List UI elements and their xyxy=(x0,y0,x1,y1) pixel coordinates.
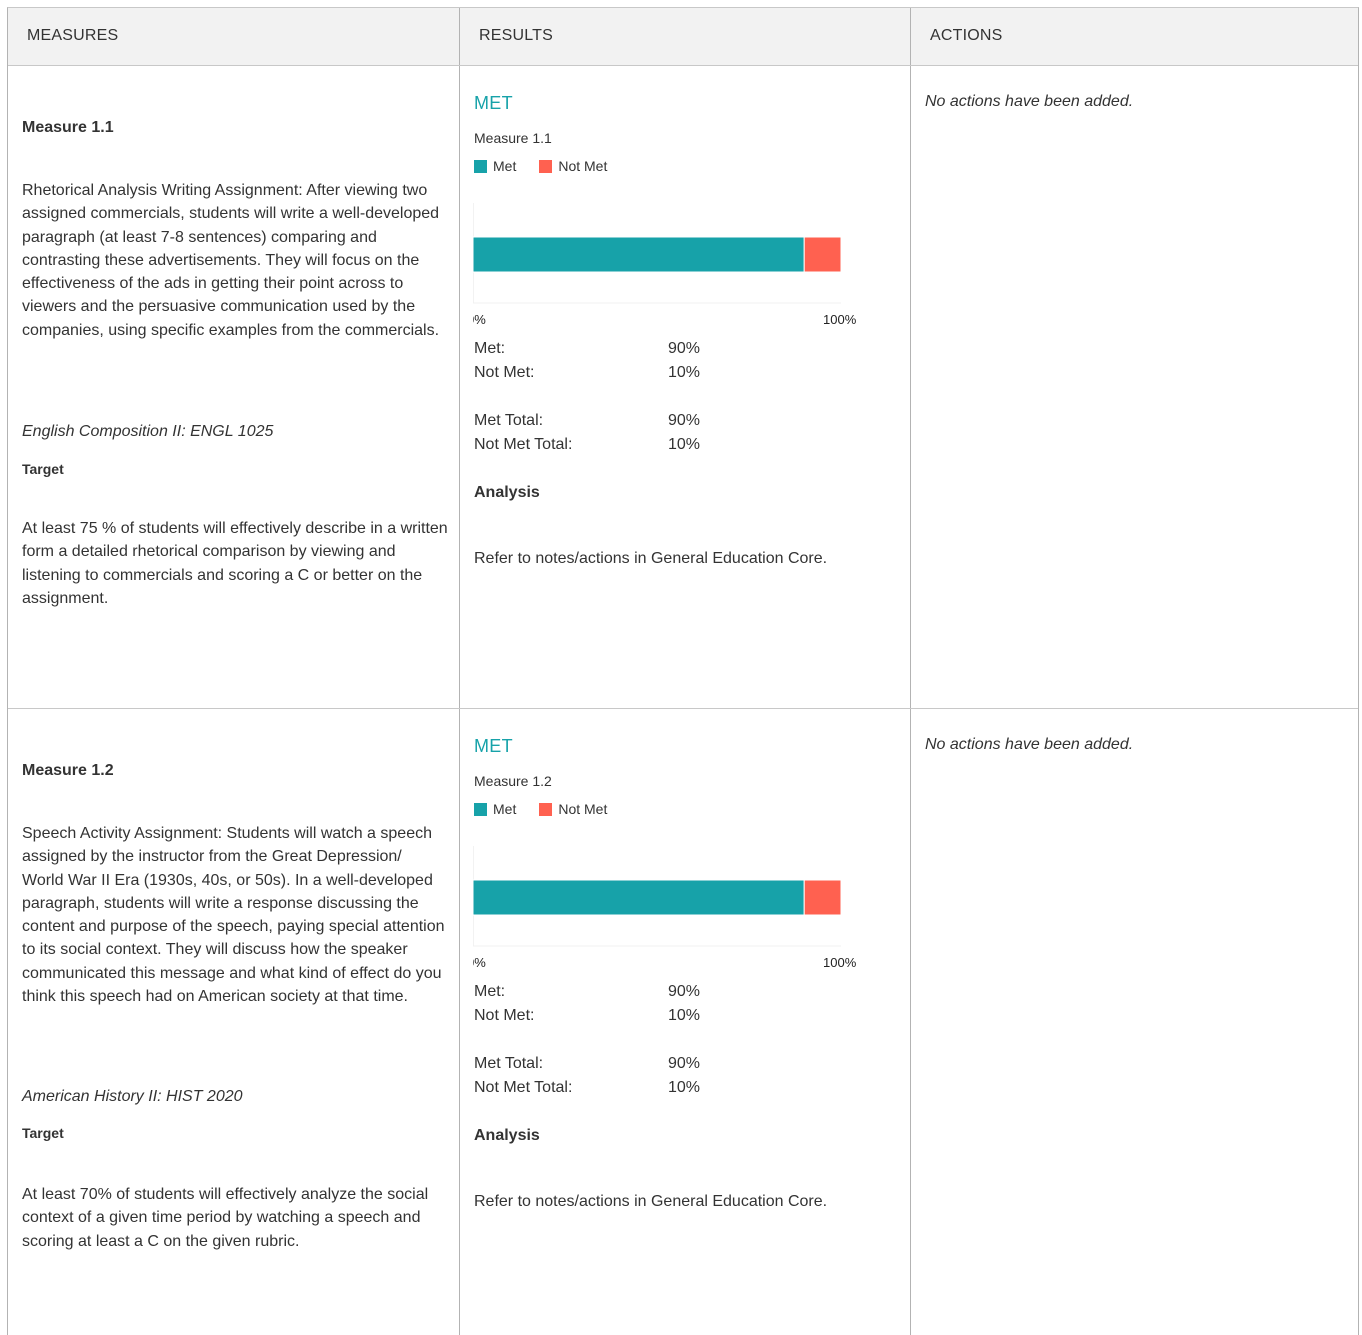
chart-legend: Met Not Met xyxy=(474,158,630,174)
table-row: Measure 1.2 Speech Activity Assignment: … xyxy=(8,709,1358,1335)
legend-item-met: Met xyxy=(474,158,516,174)
results-cell: MET Measure 1.2 Met Not Met 0% 10 xyxy=(459,709,910,1335)
result-row-met: Met: 90% xyxy=(474,337,700,361)
results-cell: MET Measure 1.1 Met Not Met 0% 10 xyxy=(459,66,910,708)
no-actions-text: No actions have been added. xyxy=(925,93,1134,110)
total-label: Not Met Total: xyxy=(474,436,573,453)
bar-chart-svg: 0% 100% xyxy=(467,846,857,970)
axis-tick-max: 100% xyxy=(823,312,857,327)
chart-legend: Met Not Met xyxy=(474,801,630,817)
target-text: At least 75 % of students will effective… xyxy=(22,520,448,607)
results-breakdown: Met: 90% Not Met: 10% xyxy=(474,980,700,1028)
legend-item-not-met: Not Met xyxy=(539,158,607,174)
header-measures: MEASURES xyxy=(27,27,119,44)
axis-tick-max: 100% xyxy=(823,955,857,970)
bar-segment-met[interactable] xyxy=(472,236,805,273)
status-badge: MET xyxy=(474,93,513,113)
results-totals: Met Total: 90% Not Met Total: 10% xyxy=(474,409,700,457)
result-value: 10% xyxy=(668,1007,701,1024)
no-actions-text: No actions have been added. xyxy=(925,736,1134,753)
axis-tick-min: 0% xyxy=(473,955,486,970)
total-row-met: Met Total: 90% xyxy=(474,1052,700,1076)
legend-label-not-met: Not Met xyxy=(558,801,608,817)
result-label: Met: xyxy=(474,340,506,357)
chart-title: Measure 1.1 xyxy=(474,130,552,146)
bar-group xyxy=(472,879,842,916)
measures-results-table: MEASURES RESULTS ACTIONS Measure 1.1 Rhe… xyxy=(7,7,1359,1335)
status-badge: MET xyxy=(474,736,513,756)
measure-course: English Composition II: ENGL 1025 xyxy=(22,423,274,440)
bar-segment-met[interactable] xyxy=(472,879,805,916)
chart-title: Measure 1.2 xyxy=(474,773,552,789)
legend-item-not-met: Not Met xyxy=(539,801,607,817)
stacked-bar-chart: 0% 100% xyxy=(467,203,883,338)
analysis-text: Refer to notes/actions in General Educat… xyxy=(474,1193,828,1210)
table-row: Measure 1.1 Rhetorical Analysis Writing … xyxy=(8,66,1358,709)
result-row-not-met: Not Met: 10% xyxy=(474,1004,700,1028)
result-row-not-met: Not Met: 10% xyxy=(474,361,700,385)
target-text: At least 70% of students will effectivel… xyxy=(22,1186,429,1250)
stacked-bar-chart: 0% 100% xyxy=(467,846,883,981)
total-value: 90% xyxy=(668,412,701,429)
legend-swatch-met xyxy=(474,802,487,816)
target-label: Target xyxy=(22,461,64,477)
measure-title: Measure 1.1 xyxy=(22,119,114,136)
legend-swatch-not-met xyxy=(539,159,553,173)
results-totals: Met Total: 90% Not Met Total: 10% xyxy=(474,1052,700,1100)
measure-course: American History II: HIST 2020 xyxy=(22,1088,243,1105)
result-label: Met: xyxy=(474,983,506,1000)
table-header: MEASURES RESULTS ACTIONS xyxy=(8,8,1358,66)
result-value: 90% xyxy=(668,983,701,1000)
total-row-not-met: Not Met Total: 10% xyxy=(474,1076,700,1100)
bar-segment-not-met[interactable] xyxy=(803,236,842,273)
actions-cell: No actions have been added. xyxy=(910,709,1358,1335)
result-value: 10% xyxy=(668,364,701,381)
target-label: Target xyxy=(22,1125,64,1141)
header-actions: ACTIONS xyxy=(910,8,1358,65)
measure-cell: Measure 1.1 Rhetorical Analysis Writing … xyxy=(8,66,459,708)
legend-item-met: Met xyxy=(474,801,516,817)
measure-description: Speech Activity Assignment: Students wil… xyxy=(22,825,445,1006)
bar-chart-svg: 0% 100% xyxy=(467,203,857,327)
analysis-text: Refer to notes/actions in General Educat… xyxy=(474,550,828,567)
measure-cell: Measure 1.2 Speech Activity Assignment: … xyxy=(8,709,459,1335)
total-value: 10% xyxy=(668,436,701,453)
total-label: Not Met Total: xyxy=(474,1079,573,1096)
measure-title: Measure 1.2 xyxy=(22,762,114,779)
legend-swatch-met xyxy=(474,159,487,173)
legend-label-not-met: Not Met xyxy=(558,158,608,174)
actions-cell: No actions have been added. xyxy=(910,66,1358,708)
measure-description: Rhetorical Analysis Writing Assignment: … xyxy=(22,182,440,339)
analysis-label: Analysis xyxy=(474,484,540,501)
legend-label-met: Met xyxy=(493,801,517,817)
bar-group xyxy=(472,236,842,273)
results-breakdown: Met: 90% Not Met: 10% xyxy=(474,337,700,385)
header-results: RESULTS xyxy=(459,8,910,65)
total-value: 90% xyxy=(668,1055,701,1072)
total-row-met: Met Total: 90% xyxy=(474,409,700,433)
result-value: 90% xyxy=(668,340,701,357)
total-value: 10% xyxy=(668,1079,701,1096)
result-row-met: Met: 90% xyxy=(474,980,700,1004)
total-label: Met Total: xyxy=(474,1055,544,1072)
axis-tick-min: 0% xyxy=(473,312,486,327)
legend-swatch-not-met xyxy=(539,802,553,816)
analysis-label: Analysis xyxy=(474,1127,540,1144)
total-label: Met Total: xyxy=(474,412,544,429)
bar-segment-not-met[interactable] xyxy=(803,879,842,916)
result-label: Not Met: xyxy=(474,1007,535,1024)
legend-label-met: Met xyxy=(493,158,517,174)
result-label: Not Met: xyxy=(474,364,535,381)
total-row-not-met: Not Met Total: 10% xyxy=(474,433,700,457)
